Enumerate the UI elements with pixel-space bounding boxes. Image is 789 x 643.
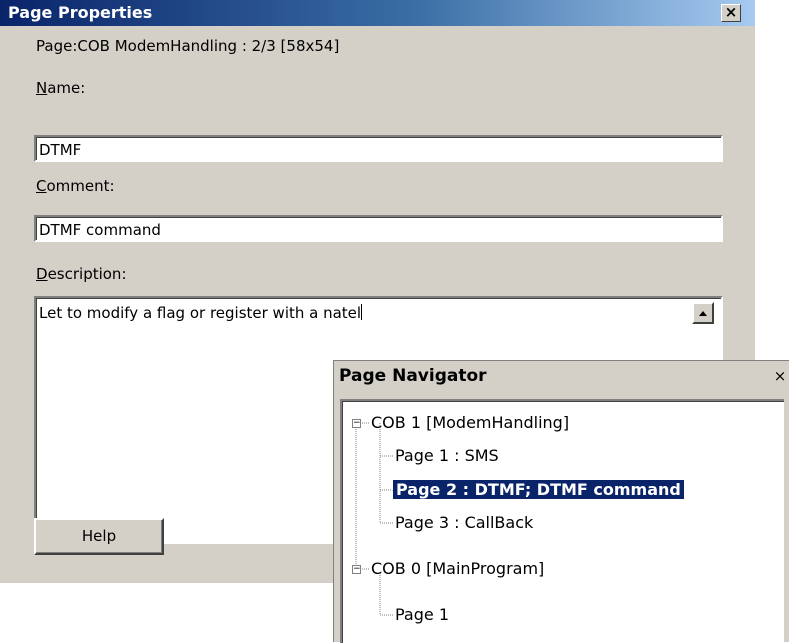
description-label: Description: — [36, 265, 127, 283]
selected-node-label: Page 2 : DTMF; DTMF command — [392, 479, 685, 500]
page-properties-titlebar[interactable]: Page Properties × — [0, 0, 755, 26]
close-icon[interactable]: × — [771, 368, 789, 385]
page-navigator-title: Page Navigator — [339, 366, 487, 386]
comment-label: Comment: — [36, 177, 115, 195]
page-info-text: Page:COB ModemHandling : 2/3 [58x54] — [36, 37, 340, 55]
close-icon[interactable]: × — [721, 4, 741, 22]
tree-node-page2-dtmf[interactable]: Page 2 : DTMF; DTMF command — [392, 479, 685, 501]
text-caret — [361, 304, 363, 320]
page-tree[interactable]: − COB 1 [ModemHandling] Page 1 : SMS Pag… — [340, 399, 784, 643]
tree-node-cob0-page1[interactable]: Page 1 — [395, 604, 449, 626]
page-properties-title: Page Properties — [8, 3, 153, 22]
collapse-cob0-icon[interactable]: − — [352, 565, 361, 574]
scroll-up-arrow-icon — [699, 311, 707, 316]
page-navigator-window: Page Navigator × − COB 1 [ModemHandling]… — [333, 360, 789, 643]
scroll-up-button[interactable] — [692, 302, 714, 324]
tree-node-cob1[interactable]: COB 1 [ModemHandling] — [371, 412, 569, 434]
help-button[interactable]: Help — [34, 518, 164, 555]
tree-node-cob0[interactable]: COB 0 [MainProgram] — [371, 558, 544, 580]
tree-node-page1-sms[interactable]: Page 1 : SMS — [395, 445, 499, 467]
page-navigator-titlebar[interactable]: Page Navigator × — [334, 361, 789, 391]
collapse-cob1-icon[interactable]: − — [352, 419, 361, 428]
name-label: Name: — [36, 79, 86, 97]
comment-field[interactable]: DTMF command — [34, 215, 723, 242]
tree-node-page3-callback[interactable]: Page 3 : CallBack — [395, 512, 533, 534]
name-field[interactable]: DTMF — [34, 135, 723, 162]
